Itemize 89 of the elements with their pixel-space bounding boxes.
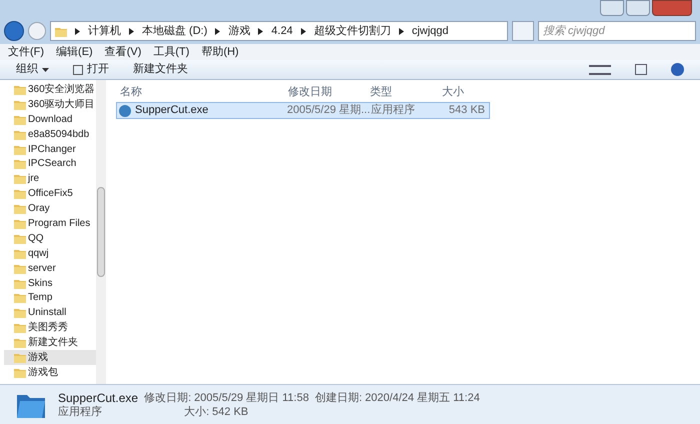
folder-item[interactable]: server (4, 260, 96, 276)
modified-date: 修改日期: 2005/5/29 星期日 11:58 (144, 390, 309, 404)
folder-icon (14, 292, 26, 304)
column-header[interactable]: 大小 (442, 84, 490, 100)
close-button[interactable] (652, 0, 692, 16)
folder-icon (55, 26, 67, 36)
file-type: 应用程序 (58, 404, 103, 418)
breadcrumb-item[interactable]: cjwjqgd (412, 22, 448, 40)
menu-item[interactable]: 查看(V) (104, 44, 142, 60)
forward-button[interactable] (28, 22, 46, 40)
folder-item[interactable]: 新建文件夹 (4, 335, 96, 350)
scrollbar[interactable] (96, 80, 106, 384)
file-size: 543 KB (448, 103, 486, 118)
folder-item[interactable]: 游戏包 (4, 364, 96, 380)
folder-item[interactable]: IPChanger (4, 142, 96, 156)
column-header[interactable]: 名称 (116, 84, 286, 100)
breadcrumb-item[interactable]: 4.24 (271, 22, 293, 40)
file-size: 大小: 542 KB (183, 404, 250, 418)
folder-icon (14, 248, 26, 259)
organize-button[interactable]: 组织 (16, 61, 49, 78)
folder-item[interactable]: jre (4, 171, 96, 186)
folder-item[interactable]: Oray (4, 201, 96, 216)
minimize-button[interactable] (600, 0, 624, 16)
view-options-icon[interactable] (589, 64, 611, 74)
file-date: 2005/5/29 星期... (287, 103, 371, 118)
folder-item[interactable]: 美图秀秀 (4, 320, 96, 336)
folder-item[interactable]: IPCSearch (4, 156, 96, 172)
folder-icon (14, 218, 26, 229)
file-name: SupperCut.exe (58, 390, 138, 404)
file-type: 应用程序 (371, 102, 416, 118)
menu-item[interactable]: 文件(F) (8, 44, 44, 60)
folder-item[interactable]: 360驱动大师目 (4, 96, 96, 112)
folder-icon (14, 188, 26, 200)
breadcrumb-item[interactable]: 超级文件切割刀 (314, 22, 391, 40)
preview-pane-icon[interactable] (635, 64, 647, 75)
folder-item[interactable]: OfficeFix5 (4, 186, 96, 202)
chevron-icon (398, 28, 404, 34)
folder-icon (14, 337, 26, 348)
chevron-icon (215, 28, 220, 34)
folder-item[interactable]: Temp (4, 290, 96, 306)
breadcrumb-item[interactable]: 游戏 (228, 22, 250, 40)
column-header[interactable]: 类型 (370, 84, 442, 100)
folder-item[interactable]: Uninstall (4, 305, 96, 320)
folder-icon (14, 307, 26, 318)
breadcrumb-item[interactable]: 计算机 (88, 22, 121, 40)
chevron-icon (300, 28, 306, 34)
folder-icon (14, 203, 26, 214)
folder-icon (14, 128, 26, 140)
menu-item[interactable]: 工具(T) (153, 44, 190, 60)
maximize-button[interactable] (626, 0, 650, 16)
chevron-icon (258, 28, 264, 34)
column-header[interactable]: 修改日期 (286, 84, 370, 100)
folder-icon (14, 322, 26, 334)
scrollbar-thumb[interactable] (97, 187, 105, 277)
folder-item[interactable]: 360安全浏览器 (4, 82, 96, 97)
folder-icon (14, 232, 26, 244)
search-field[interactable]: 搜索 cjwjqgd (538, 21, 696, 41)
help-icon[interactable] (671, 63, 684, 76)
chevron-icon (129, 28, 134, 34)
back-button[interactable] (4, 21, 24, 41)
refresh-button[interactable] (512, 21, 534, 41)
file-name: SupperCut.exe (135, 103, 208, 118)
file-row[interactable]: SupperCut.exe 2005/5/29 星期...应用程序 543 KB (116, 102, 490, 119)
folder-icon (14, 98, 26, 110)
open-button[interactable]: 打开 (73, 61, 109, 78)
chevron-icon (75, 28, 80, 34)
folder-icon (14, 144, 26, 154)
folder-icon (14, 114, 26, 125)
folder-icon (14, 278, 26, 289)
breadcrumb-item[interactable]: 本地磁盘 (D:) (142, 22, 208, 40)
folder-icon (14, 366, 26, 378)
folder-item[interactable]: Program Files (4, 216, 96, 231)
folder-icon (14, 84, 26, 95)
created-date: 创建日期: 2020/4/24 星期五 11:24 (314, 390, 480, 404)
folder-item[interactable]: Skins (4, 276, 96, 290)
folder-item[interactable]: QQ (4, 230, 96, 246)
menu-item[interactable]: 编辑(E) (56, 44, 93, 60)
folder-item[interactable]: qqwj (4, 246, 96, 261)
application-icon (119, 104, 131, 116)
folder-icon (14, 262, 26, 274)
folder-item[interactable]: 游戏 (4, 350, 96, 365)
folder-icon (14, 352, 26, 363)
folder-item[interactable]: e8a85094bdb (4, 126, 96, 142)
new-folder-button[interactable]: 新建文件夹 (133, 61, 188, 78)
folder-item[interactable]: Download (4, 112, 96, 127)
caret-icon (42, 68, 49, 72)
folder-icon (14, 173, 26, 184)
menu-item[interactable]: 帮助(H) (201, 44, 239, 60)
folder-icon (14, 158, 26, 170)
